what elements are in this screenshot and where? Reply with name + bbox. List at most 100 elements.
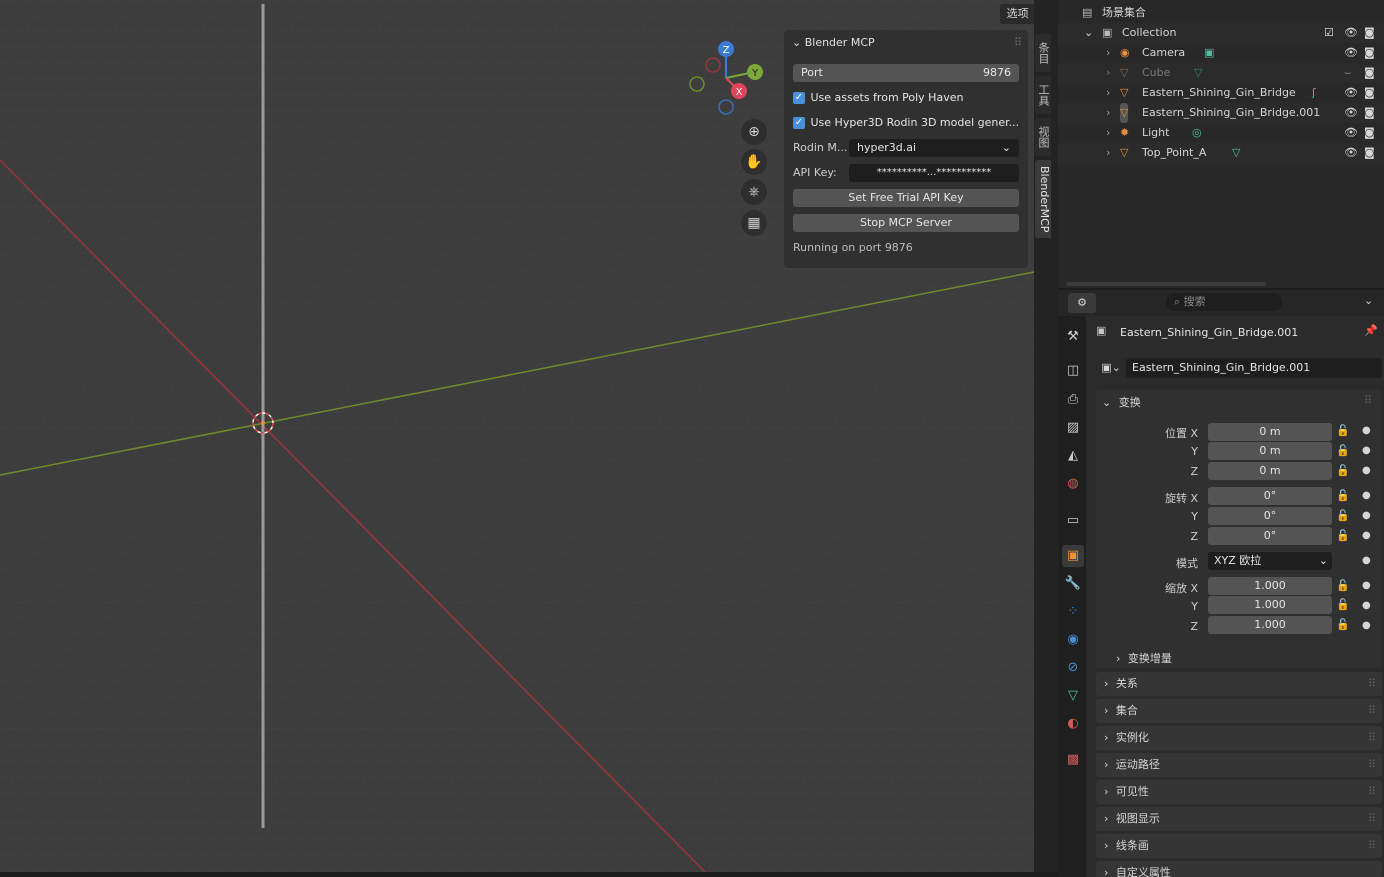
view-layer-icon[interactable]: ▨ <box>1062 417 1084 439</box>
object-name-input[interactable]: Eastern_Shining_Gin_Bridge.001 <box>1126 358 1382 378</box>
object-icon[interactable]: ▣ <box>1062 545 1084 567</box>
3d-viewport[interactable]: 选项 ⌄ Z Y X ⊕ ✋ ⎈ ▦ ⌄ Blender MCP ⠿ Port … <box>0 0 1034 872</box>
world-icon[interactable]: ◍ <box>1062 473 1084 495</box>
render-icon[interactable]: ◫ <box>1062 360 1084 382</box>
particles-icon[interactable]: ⁘ <box>1062 601 1084 623</box>
keyframe-dot-icon[interactable]: ● <box>1362 580 1371 591</box>
panel-header[interactable]: ⌄ Blender MCP <box>792 36 875 49</box>
eye-hidden-icon[interactable]: ⌣ <box>1344 63 1351 83</box>
outliner-row-bridge-001[interactable]: › ▽ Eastern_Shining_Gin_Bridge.001 👁 ◙ <box>1058 103 1384 123</box>
keyframe-dot-icon[interactable]: ● <box>1362 425 1371 436</box>
scale-y-field[interactable]: 1.000 <box>1208 596 1332 614</box>
checkbox-icon[interactable]: ☑ <box>1324 23 1334 43</box>
section-collections[interactable]: › 集合 ⠿ <box>1096 699 1382 723</box>
material-icon[interactable]: ◐ <box>1062 713 1084 735</box>
set-trial-key-button[interactable]: Set Free Trial API Key <box>793 189 1019 207</box>
eye-icon[interactable]: 👁 <box>1344 23 1358 43</box>
pin-icon[interactable]: 📌 <box>1364 324 1378 337</box>
eye-icon[interactable]: 👁 <box>1344 103 1358 123</box>
camera-render-icon[interactable]: ◙ <box>1364 123 1375 143</box>
outliner-row-scene[interactable]: ▤ 场景集合 <box>1058 3 1384 23</box>
location-z-field[interactable]: 0 m <box>1208 462 1332 480</box>
perspective-grid-icon[interactable]: ▦ <box>741 210 767 236</box>
pan-hand-icon[interactable]: ✋ <box>741 149 767 175</box>
outliner-row-collection[interactable]: ⌄ ▣ Collection ☑ 👁 ◙ <box>1058 23 1384 43</box>
chevron-down-icon[interactable]: ⌄ <box>1364 294 1373 307</box>
outliner-row-light[interactable]: › ✹ Light ◎ 👁 ◙ <box>1058 123 1384 143</box>
navigation-gizmo[interactable]: Z Y X <box>686 40 766 116</box>
collection-icon[interactable]: ▭ <box>1062 510 1084 532</box>
keyframe-dot-icon[interactable]: ● <box>1362 445 1371 456</box>
section-visibility[interactable]: › 可见性 ⠿ <box>1096 780 1382 804</box>
scale-z-field[interactable]: 1.000 <box>1208 616 1332 634</box>
delta-transform-header[interactable]: › 变换增量 <box>1116 650 1172 666</box>
tab-item[interactable]: 条目 <box>1035 34 1051 72</box>
camera-render-icon[interactable]: ◙ <box>1364 83 1375 103</box>
search-input[interactable]: ⌕ 搜索 <box>1166 293 1282 311</box>
camera-view-icon[interactable]: ⎈ <box>741 179 767 205</box>
lock-icon[interactable]: 🔓 <box>1336 444 1350 457</box>
zoom-icon[interactable]: ⊕ <box>741 119 767 145</box>
port-field[interactable]: Port 9876 <box>793 64 1019 82</box>
eye-icon[interactable]: 👁 <box>1344 83 1358 103</box>
tool-icon[interactable]: ⚒ <box>1062 326 1084 348</box>
transform-header[interactable]: ⌄ 变换 <box>1102 394 1141 410</box>
object-browse-button[interactable]: ▣⌄ <box>1096 358 1126 378</box>
outliner-row-cube[interactable]: › ▽ Cube ▽ ⌣ ◙ <box>1058 63 1384 83</box>
api-key-input[interactable]: **********...*********** <box>849 164 1019 182</box>
eye-icon[interactable]: 👁 <box>1344 143 1358 163</box>
constraints-icon[interactable]: ⊘ <box>1062 657 1084 679</box>
tab-blendermcp[interactable]: BlenderMCP <box>1035 160 1051 238</box>
lock-icon[interactable]: 🔓 <box>1336 598 1350 611</box>
editor-type-dropdown[interactable]: ⚙ <box>1068 293 1096 313</box>
tab-view[interactable]: 视图 <box>1035 118 1051 156</box>
location-x-field[interactable]: 0 m <box>1208 423 1332 441</box>
rodin-mode-select[interactable]: hyper3d.ai ⌄ <box>849 139 1019 157</box>
camera-render-icon[interactable]: ◙ <box>1364 23 1375 43</box>
output-icon[interactable]: ⎙ <box>1062 389 1084 411</box>
drag-handle-icon[interactable]: ⠿ <box>1364 394 1372 407</box>
drag-handle-icon[interactable]: ⠿ <box>1014 36 1022 49</box>
outliner-scrollbar[interactable] <box>1066 282 1266 286</box>
rotation-mode-select[interactable]: XYZ 欧拉 ⌄ <box>1208 552 1332 570</box>
texture-icon[interactable]: ▩ <box>1062 749 1084 771</box>
hyper3d-checkbox[interactable]: ✓ Use Hyper3D Rodin 3D model gener... <box>793 116 1019 129</box>
lock-icon[interactable]: 🔓 <box>1336 579 1350 592</box>
rotation-z-field[interactable]: 0° <box>1208 527 1332 545</box>
rotation-x-field[interactable]: 0° <box>1208 487 1332 505</box>
stop-server-button[interactable]: Stop MCP Server <box>793 214 1019 232</box>
lock-icon[interactable]: 🔓 <box>1336 509 1350 522</box>
outliner-row-bridge[interactable]: › ▽ Eastern_Shining_Gin_Bridge ʃ 👁 ◙ <box>1058 83 1384 103</box>
section-instancing[interactable]: › 实例化 ⠿ <box>1096 726 1382 750</box>
section-relations[interactable]: › 关系 ⠿ <box>1096 672 1382 696</box>
outliner-row-top-point[interactable]: › ▽ Top_Point_A ▽ 👁 ◙ <box>1058 143 1384 163</box>
eye-icon[interactable]: 👁 <box>1344 43 1358 63</box>
lock-icon[interactable]: 🔓 <box>1336 529 1350 542</box>
location-y-field[interactable]: 0 m <box>1208 442 1332 460</box>
lock-icon[interactable]: 🔓 <box>1336 424 1350 437</box>
section-motion-paths[interactable]: › 运动路径 ⠿ <box>1096 753 1382 777</box>
keyframe-dot-icon[interactable]: ● <box>1362 530 1371 541</box>
section-viewport-display[interactable]: › 视图显示 ⠿ <box>1096 807 1382 831</box>
keyframe-dot-icon[interactable]: ● <box>1362 600 1371 611</box>
scene-icon[interactable]: ◭ <box>1062 445 1084 467</box>
lock-icon[interactable]: 🔓 <box>1336 489 1350 502</box>
lock-icon[interactable]: 🔓 <box>1336 464 1350 477</box>
camera-render-icon[interactable]: ◙ <box>1364 103 1375 123</box>
keyframe-dot-icon[interactable]: ● <box>1362 465 1371 476</box>
camera-render-icon[interactable]: ◙ <box>1364 143 1375 163</box>
section-line-art[interactable]: › 线条画 ⠿ <box>1096 834 1382 858</box>
tab-tool[interactable]: 工具 <box>1035 76 1051 114</box>
rotation-y-field[interactable]: 0° <box>1208 507 1332 525</box>
camera-render-icon[interactable]: ◙ <box>1364 43 1375 63</box>
modifier-wrench-icon[interactable]: 🔧 <box>1062 573 1084 595</box>
eye-icon[interactable]: 👁 <box>1344 123 1358 143</box>
physics-icon[interactable]: ◉ <box>1062 629 1084 651</box>
mesh-data-icon[interactable]: ▽ <box>1062 685 1084 707</box>
keyframe-dot-icon[interactable]: ● <box>1362 510 1371 521</box>
poly-haven-checkbox[interactable]: ✓ Use assets from Poly Haven <box>793 91 963 104</box>
options-dropdown[interactable]: 选项 ⌄ <box>1000 4 1034 24</box>
keyframe-dot-icon[interactable]: ● <box>1362 620 1371 631</box>
scale-x-field[interactable]: 1.000 <box>1208 577 1332 595</box>
keyframe-dot-icon[interactable]: ● <box>1362 490 1371 501</box>
